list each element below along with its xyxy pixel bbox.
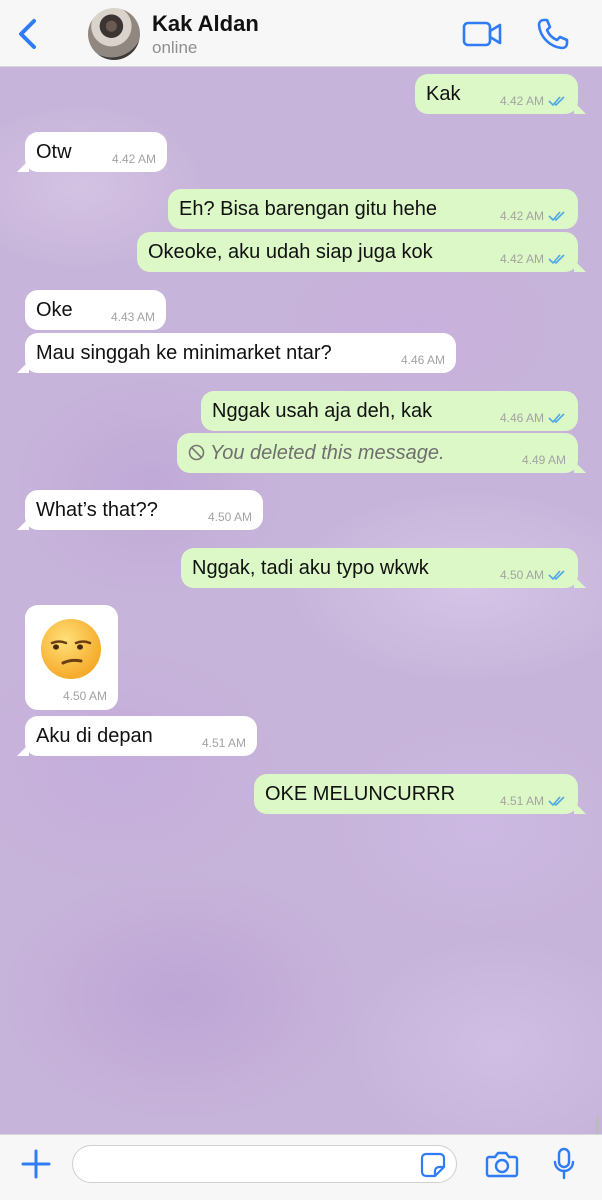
phone-icon[interactable] [536,17,570,51]
back-chevron-icon[interactable] [14,16,44,52]
deleted-ban-icon [188,444,205,461]
message-time: 4.46 AM [400,353,445,367]
unamused-face-icon [41,619,101,679]
message-time: 4.50 AM [499,568,544,582]
sticker-icon[interactable] [420,1152,446,1178]
message-bubble[interactable]: Eh? Bisa barengan gitu hehe 4.42 AM [168,189,578,229]
message-time: 4.43 AM [110,310,155,324]
message-bubble[interactable]: Aku di depan 4.51 AM [17,716,257,756]
microphone-icon[interactable] [552,1147,576,1181]
message-bubble[interactable]: Okeoke, aku udah siap juga kok 4.42 AM [137,232,586,272]
message-time: 4.46 AM [499,411,544,425]
message-bubble[interactable]: Kak 4.42 AM [415,74,586,114]
emoji-message-bubble[interactable]: 4.50 AM [25,605,118,710]
read-ticks-icon [548,796,565,807]
message-time: 4.51 AM [201,736,246,750]
composer-bar [0,1134,602,1200]
message-text: Nggak usah aja deh, kak [212,400,433,422]
chat-header: Kak Aldan online [0,0,602,67]
message-time: 4.50 AM [62,689,107,703]
camera-icon[interactable] [485,1149,519,1179]
message-time: 4.42 AM [111,152,156,166]
avatar[interactable] [88,8,140,60]
message-text: Kak [426,83,461,105]
message-input-container[interactable] [72,1145,457,1183]
message-text: Okeoke, aku udah siap juga kok [148,241,433,263]
message-bubble[interactable]: What’s that?? 4.50 AM [17,490,263,530]
message-input[interactable] [87,1146,417,1182]
message-text: Oke [36,299,73,321]
message-text: Mau singgah ke minimarket ntar? [36,342,332,364]
message-text: What’s that?? [36,499,158,521]
read-ticks-icon [548,211,565,222]
message-time: 4.49 AM [521,453,566,467]
message-time: 4.42 AM [499,252,544,266]
message-text: Aku di depan [36,725,153,747]
scroll-indicator[interactable] [596,1117,599,1134]
message-text: You deleted this message. [210,442,445,464]
message-time: 4.42 AM [499,94,544,108]
message-text: Otw [36,141,72,163]
read-ticks-icon [548,570,565,581]
message-bubble[interactable]: Nggak, tadi aku typo wkwk 4.50 AM [181,548,586,588]
contact-status: online [152,38,198,57]
video-call-icon[interactable] [462,19,502,49]
read-ticks-icon [548,254,565,265]
message-bubble[interactable]: Mau singgah ke minimarket ntar? 4.46 AM [17,333,456,373]
message-text: Eh? Bisa barengan gitu hehe [179,198,437,220]
message-bubble[interactable]: Nggak usah aja deh, kak 4.46 AM [201,391,578,431]
message-time: 4.51 AM [499,794,544,808]
read-ticks-icon [548,413,565,424]
message-time: 4.42 AM [499,209,544,223]
chat-area[interactable]: Kak 4.42 AM Otw 4.42 AM Eh? Bisa barenga… [0,67,602,1134]
read-ticks-icon [548,96,565,107]
contact-name[interactable]: Kak Aldan [152,11,259,37]
message-time: 4.50 AM [207,510,252,524]
deleted-message-bubble[interactable]: You deleted this message. 4.49 AM [177,433,586,473]
message-text: OKE MELUNCURRR [265,783,456,805]
message-bubble[interactable]: OKE MELUNCURRR 4.51 AM [254,774,586,814]
message-bubble[interactable]: Oke 4.43 AM [25,290,166,330]
message-bubble[interactable]: Otw 4.42 AM [17,132,167,172]
message-text: Nggak, tadi aku typo wkwk [192,557,429,579]
plus-icon[interactable] [20,1148,52,1180]
